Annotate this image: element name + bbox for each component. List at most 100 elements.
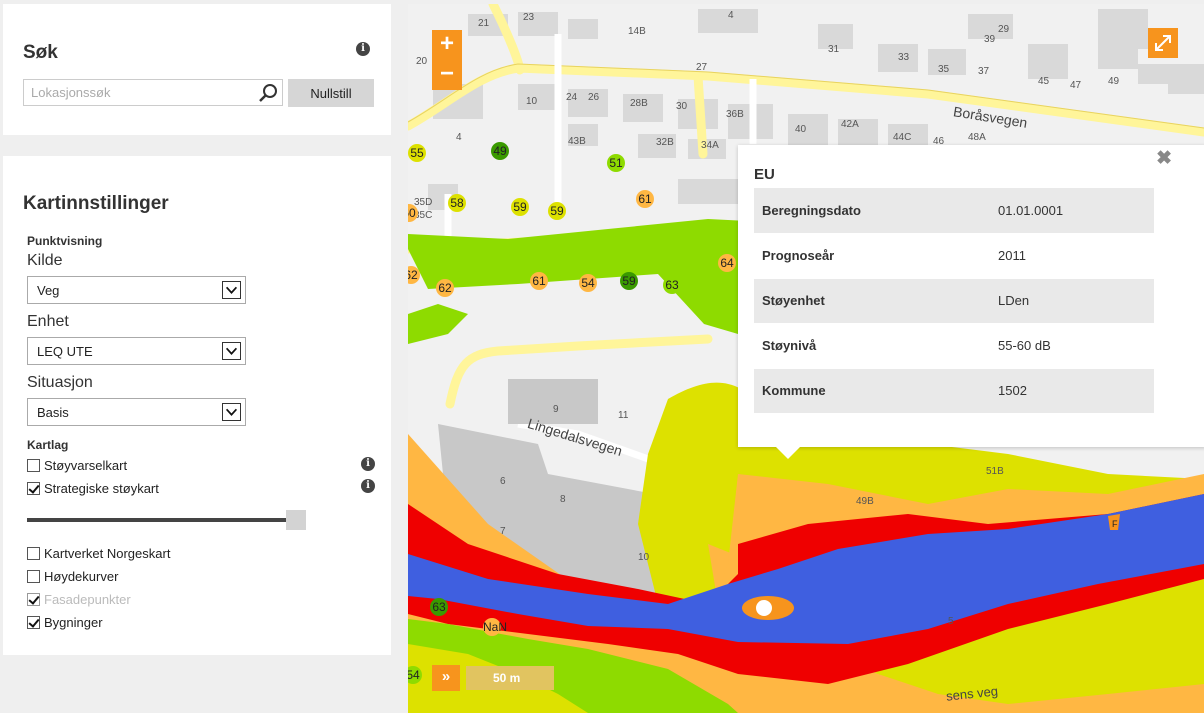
noise-level-marker[interactable]: 59: [548, 202, 566, 220]
layer-contour-lines[interactable]: Høydekurver: [27, 568, 118, 584]
layer-noise-warning-map[interactable]: Støyvarselkart: [27, 457, 127, 473]
expand-icon: [1155, 35, 1171, 51]
table-row: Prognoseår 2011: [754, 233, 1154, 279]
noise-level-marker[interactable]: 63: [663, 276, 681, 294]
chevron-down-icon: [222, 281, 241, 299]
building-number: 9: [553, 404, 559, 415]
building-number: 36B: [726, 109, 744, 120]
noise-level-marker[interactable]: 58: [448, 194, 466, 212]
attr-value: LDen: [990, 278, 1154, 324]
fullscreen-button[interactable]: [1148, 28, 1178, 58]
building-number: 49B: [856, 496, 874, 507]
search-icon[interactable]: [258, 83, 278, 103]
location-search-input[interactable]: [24, 80, 249, 105]
building-number: 32B: [656, 137, 674, 148]
info-icon[interactable]: i: [361, 479, 375, 493]
unit-select[interactable]: LEQ UTE: [27, 337, 246, 365]
table-row: Støyenhet LDen: [754, 278, 1154, 324]
svg-text:F: F: [1112, 519, 1118, 529]
source-select-value: Veg: [37, 283, 60, 298]
noise-level-marker[interactable]: 54: [408, 666, 422, 684]
building-number: 6: [500, 476, 506, 487]
building-number: 7: [500, 526, 506, 537]
checkbox[interactable]: [27, 569, 40, 583]
layer-strategic-noise-map[interactable]: Strategiske støykart: [27, 480, 159, 496]
building-number: 44C: [893, 132, 912, 143]
situation-label: Situasjon: [27, 374, 93, 391]
building-number: 11: [618, 410, 629, 421]
chevron-down-icon: [222, 403, 241, 421]
building-number: 40: [795, 124, 807, 135]
attr-value: 55-60 dB: [990, 323, 1154, 369]
building-number: 51B: [986, 466, 1004, 477]
attr-key: Beregningsdato: [754, 188, 990, 234]
noise-level-marker[interactable]: 59: [620, 272, 638, 290]
layer-label: Støyvarselkart: [44, 457, 128, 473]
building-number: 10: [526, 96, 538, 107]
table-row: Kommune 1502: [754, 368, 1154, 414]
building-number: 35: [938, 64, 950, 75]
attr-value: 01.01.0001: [990, 188, 1154, 234]
noise-level-marker[interactable]: NaN: [483, 618, 507, 636]
checkbox: [27, 592, 40, 606]
scale-bar: 50 m: [466, 666, 554, 690]
close-icon[interactable]: ✖: [1156, 147, 1172, 170]
noise-level-marker[interactable]: 64: [718, 254, 736, 272]
unit-label: Enhet: [27, 313, 69, 330]
noise-level-marker[interactable]: 62: [436, 279, 454, 297]
checkbox[interactable]: [27, 458, 40, 472]
building-number: 30: [676, 101, 688, 112]
layer-label: Fasadepunkter: [44, 591, 131, 607]
attr-key: Kommune: [754, 368, 990, 414]
feature-attributes-table: Beregningsdato 01.01.0001 Prognoseår 2011 …: [754, 188, 1154, 414]
source-select[interactable]: Veg: [27, 276, 246, 304]
building-number: 49: [1108, 76, 1120, 87]
settings-title: Kartinnstillinger: [23, 193, 169, 214]
noise-level-marker[interactable]: 51: [607, 154, 625, 172]
noise-level-marker[interactable]: 55: [408, 144, 426, 162]
zoom-in-button[interactable]: +: [432, 30, 462, 60]
situation-select-value: Basis: [37, 405, 69, 420]
double-chevron-right-icon: »: [441, 668, 451, 685]
unit-select-value: LEQ UTE: [37, 344, 93, 359]
building-number: 26: [588, 92, 600, 103]
layer-label: Høydekurver: [44, 568, 119, 584]
building-number: 4: [728, 10, 734, 21]
building-number: 28B: [630, 98, 648, 109]
noise-level-marker[interactable]: 54: [579, 274, 597, 292]
scale-label: 50 m: [493, 671, 521, 685]
layer-buildings[interactable]: Bygninger: [27, 614, 103, 630]
checkbox[interactable]: [27, 615, 40, 629]
table-row: Støynivå 55-60 dB: [754, 323, 1154, 369]
info-icon[interactable]: i: [356, 42, 370, 56]
building-number: 14B: [628, 26, 646, 37]
noise-level-marker[interactable]: 59: [511, 198, 529, 216]
building-number: 20: [416, 56, 428, 67]
building-number: 35D: [414, 197, 433, 208]
chevron-down-icon: [222, 342, 241, 360]
building-number: 45: [1038, 76, 1050, 87]
noise-level-marker[interactable]: 63: [430, 598, 448, 616]
noise-level-marker[interactable]: 61: [530, 272, 548, 290]
building-number: 43B: [568, 136, 586, 147]
attr-key: Støynivå: [754, 323, 990, 369]
checkbox[interactable]: [27, 481, 40, 495]
zoom-out-button[interactable]: −: [432, 60, 462, 90]
layer-kartverket-norgeskart[interactable]: Kartverket Norgeskart: [27, 545, 170, 561]
noise-level-marker[interactable]: 49: [491, 142, 509, 160]
reset-button[interactable]: Nullstill: [288, 79, 374, 107]
expand-panel-button[interactable]: »: [432, 665, 460, 691]
checkbox[interactable]: [27, 546, 40, 560]
opacity-slider-track[interactable]: [27, 518, 289, 522]
building-number: 4: [456, 132, 462, 143]
building-number: 48A: [968, 132, 986, 143]
opacity-slider-thumb[interactable]: [286, 510, 306, 530]
noise-level-marker[interactable]: 61: [636, 190, 654, 208]
building-number: 47: [1070, 80, 1082, 91]
info-icon[interactable]: i: [361, 457, 375, 471]
search-panel: Søk i Nullstill: [3, 4, 391, 135]
building-number: 31: [828, 44, 840, 55]
attr-key: Prognoseår: [754, 233, 990, 279]
building-number: 21: [478, 18, 490, 29]
situation-select[interactable]: Basis: [27, 398, 246, 426]
